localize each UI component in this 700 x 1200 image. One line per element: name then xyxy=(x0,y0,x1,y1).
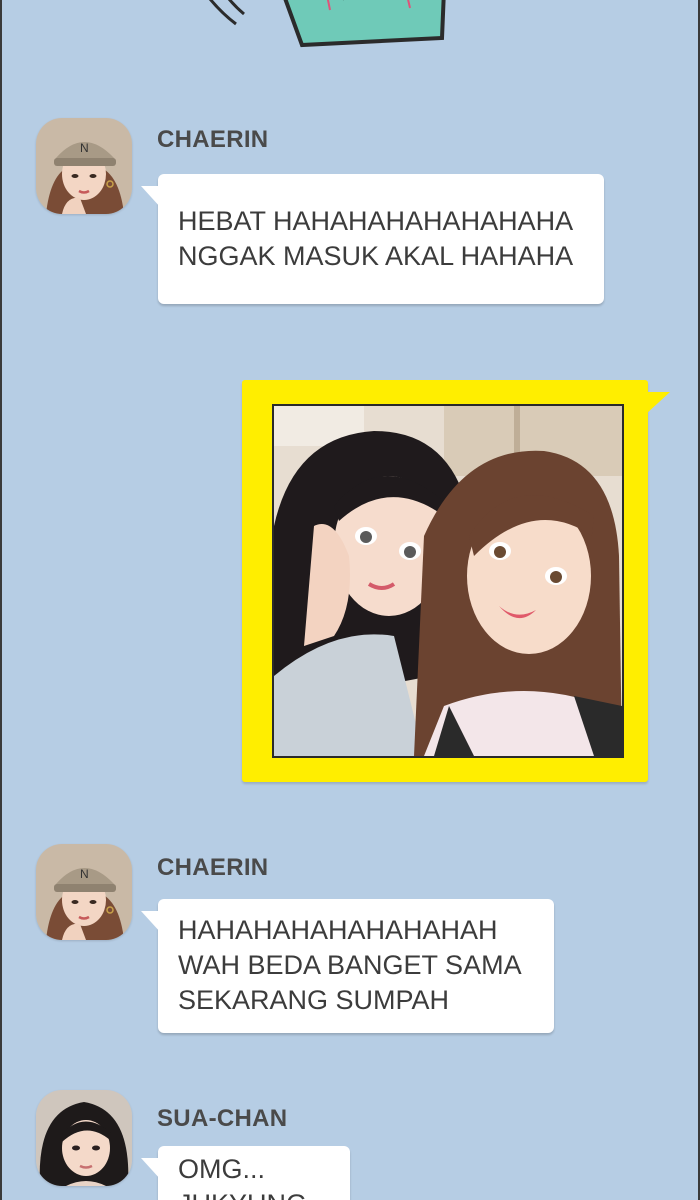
sender-name: CHAERIN xyxy=(157,126,269,153)
svg-text:N: N xyxy=(80,867,89,881)
message-bubble[interactable]: OMG... JUKYUNG... xyxy=(141,1146,350,1200)
avatar-chaerin[interactable]: N xyxy=(36,844,132,940)
photo-message-bubble[interactable] xyxy=(242,380,670,782)
message-text-line: SEKARANG SUMPAH xyxy=(178,985,450,1015)
bubble-tail xyxy=(646,392,670,414)
message-text-line: HEBAT HAHAHAHAHAHAHAHA xyxy=(178,206,574,236)
bubble-tail xyxy=(141,186,161,208)
message-text-line: JUKYUNG... xyxy=(178,1187,330,1200)
chat-screen: N CHAERIN HEBAT HAHAHAHAHAHAHAHA NGGAK M… xyxy=(0,0,700,1200)
avatar-sua-chan[interactable] xyxy=(36,1090,132,1186)
bubble-tail xyxy=(141,911,161,933)
sender-name: CHAERIN xyxy=(157,854,269,881)
selfie-photo[interactable] xyxy=(272,404,624,758)
message-text-line: HAHAHAHAHAHAHAHAH xyxy=(178,915,498,945)
avatar-chaerin[interactable]: N xyxy=(36,118,132,214)
svg-text:N: N xyxy=(80,141,89,155)
message-text-line: WAH BEDA BANGET SAMA xyxy=(178,950,522,980)
message-text-line: NGGAK MASUK AKAL HAHAHA xyxy=(178,241,574,271)
message-text-line: OMG... xyxy=(178,1154,265,1184)
message-bubble[interactable]: HAHAHAHAHAHAHAHAH WAH BEDA BANGET SAMA S… xyxy=(141,899,554,1033)
message-bubble[interactable]: HEBAT HAHAHAHAHAHAHAHA NGGAK MASUK AKAL … xyxy=(141,174,604,304)
bubble-tail xyxy=(141,1158,161,1180)
sender-name: SUA-CHAN xyxy=(157,1105,288,1132)
top-illustration xyxy=(192,0,462,60)
